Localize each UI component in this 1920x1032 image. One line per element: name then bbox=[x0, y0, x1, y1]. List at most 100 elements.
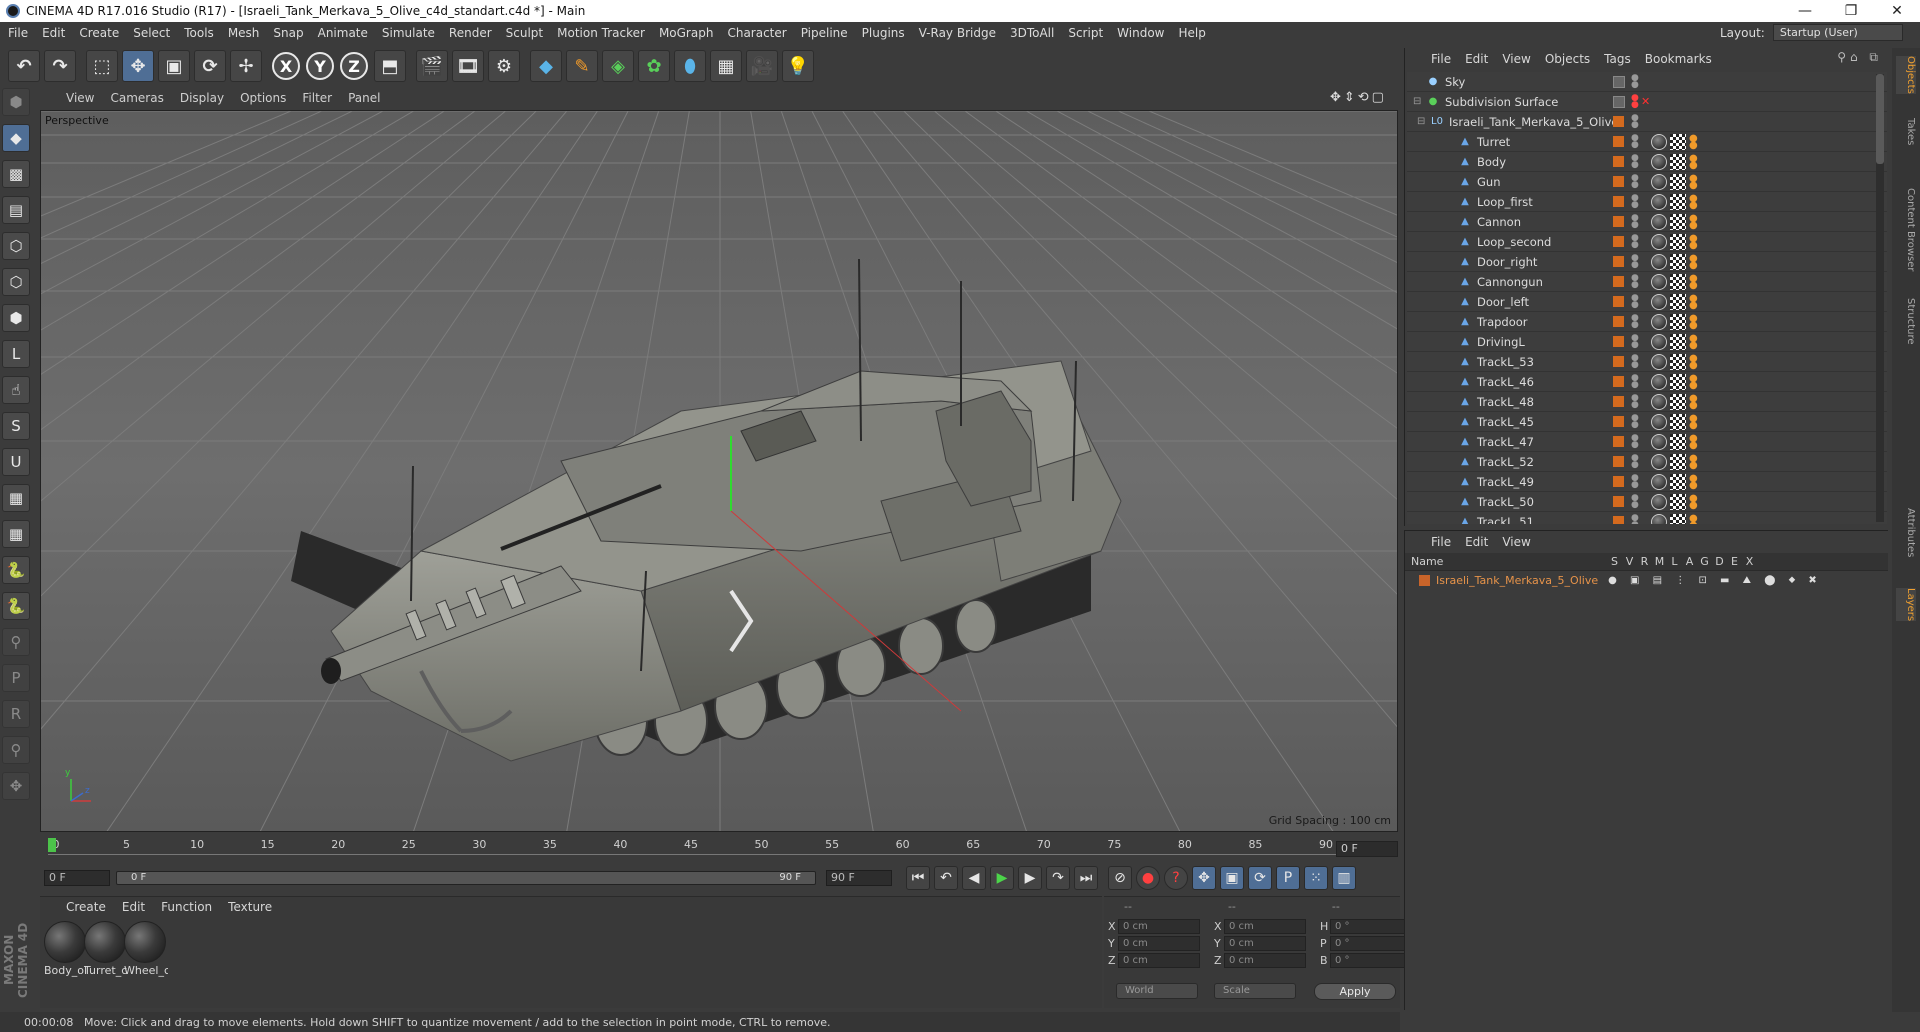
python-tool-2[interactable]: 🐍 bbox=[2, 592, 30, 620]
weight-tag-icon[interactable]: ●● bbox=[1689, 133, 1701, 150]
side-tab-layers[interactable]: Layers bbox=[1896, 588, 1916, 622]
layer-color-icon[interactable] bbox=[1613, 336, 1624, 347]
object-row[interactable]: ▲ Body ● ● ● ● bbox=[1407, 152, 1887, 172]
material-tag-icon[interactable] bbox=[1651, 353, 1667, 370]
script-tool-5[interactable]: ✥ bbox=[2, 772, 30, 800]
layer-color-icon[interactable] bbox=[1613, 116, 1624, 127]
timeline[interactable]: 0 5 10 15 20 25 30 35 40 45 50 55 60 65 70 75 80 85 90 0 F bbox=[40, 836, 1400, 866]
layer-color-icon[interactable] bbox=[1613, 436, 1624, 447]
go-to-previous-key-button[interactable]: ↶ bbox=[934, 866, 958, 890]
x-axis-button[interactable]: X bbox=[272, 52, 300, 80]
object-row[interactable]: ● Sky ● ● bbox=[1407, 72, 1887, 92]
layer-color-icon[interactable] bbox=[1613, 316, 1624, 327]
preview-range-slider[interactable]: 0 F 90 F bbox=[116, 871, 816, 885]
material-tag-icon[interactable] bbox=[1651, 333, 1667, 350]
menu-motion-tracker[interactable]: Motion Tracker bbox=[557, 26, 645, 40]
visibility-dots-icon[interactable]: ●● bbox=[1631, 393, 1639, 409]
visibility-dots-icon[interactable]: ●● bbox=[1631, 73, 1639, 89]
scale-button[interactable]: ▣ bbox=[158, 50, 190, 82]
start-frame-field[interactable]: 0 F bbox=[44, 870, 110, 886]
layer-column-x[interactable]: X bbox=[1742, 555, 1757, 568]
material-tag-icon[interactable] bbox=[1651, 453, 1667, 470]
weight-tag-icon[interactable]: ●● bbox=[1689, 373, 1701, 390]
layer-color-icon[interactable] bbox=[1613, 196, 1624, 207]
undo-button[interactable]: ↶ bbox=[8, 50, 40, 82]
coordinate-field[interactable]: 0 cm bbox=[1224, 919, 1306, 934]
script-tool-4[interactable]: ⚲ bbox=[2, 736, 30, 764]
weight-tag-icon[interactable]: ●● bbox=[1689, 313, 1701, 330]
tweak-mode-tool[interactable]: ☝ bbox=[2, 376, 30, 404]
visibility-dots-icon[interactable]: ●● bbox=[1631, 173, 1639, 189]
points-mode-tool[interactable]: ⬡ bbox=[2, 232, 30, 260]
menu-tools[interactable]: Tools bbox=[184, 26, 214, 40]
visibility-dots-icon[interactable]: ●● bbox=[1631, 153, 1639, 169]
object-row[interactable]: ⊟ L0 Israeli_Tank_Merkava_5_Olive ● ● bbox=[1407, 112, 1887, 132]
visibility-dots-icon[interactable]: ●● bbox=[1631, 413, 1639, 429]
polygons-mode-tool[interactable]: ⬢ bbox=[2, 304, 30, 332]
object-name[interactable]: TrackL_46 bbox=[1477, 375, 1534, 389]
weight-tag-icon[interactable]: ●● bbox=[1689, 253, 1701, 270]
menu-create[interactable]: Create bbox=[79, 26, 119, 40]
edit-render-settings-button[interactable]: ⚙ bbox=[488, 50, 520, 82]
snap-tool[interactable]: S bbox=[2, 412, 30, 440]
viewport-menu-options[interactable]: Options bbox=[240, 91, 286, 105]
weight-tag-icon[interactable]: ●● bbox=[1689, 273, 1701, 290]
object-row[interactable]: ▲ Trapdoor ● ● ● ● bbox=[1407, 312, 1887, 332]
uvw-tag-icon[interactable] bbox=[1670, 333, 1686, 350]
object-name[interactable]: Turret bbox=[1477, 135, 1510, 149]
menu-render[interactable]: Render bbox=[449, 26, 492, 40]
layer-column-name[interactable]: Name bbox=[1405, 555, 1607, 568]
uvw-tag-icon[interactable] bbox=[1670, 213, 1686, 230]
object-list-scrollbar[interactable] bbox=[1876, 74, 1884, 522]
model-mode-tool[interactable]: ◆ bbox=[2, 124, 30, 152]
key-position-button[interactable]: ✥ bbox=[1192, 866, 1216, 890]
object-row[interactable]: ▲ DrivingL ● ● ● ● bbox=[1407, 332, 1887, 352]
go-to-start-button[interactable]: ⏮ bbox=[906, 866, 930, 890]
material-tag-icon[interactable] bbox=[1651, 313, 1667, 330]
object-menu-view[interactable]: View bbox=[1502, 52, 1530, 66]
keyframe-selection-button[interactable]: ? bbox=[1164, 866, 1188, 890]
visibility-dots-icon[interactable]: ●● bbox=[1631, 93, 1639, 109]
layer-toggle-icons[interactable]: ● ▣ ▤ ⋮ ⊡ ▬ ⛰ ⬤ ⬥ ✖ bbox=[1608, 575, 1822, 586]
y-axis-button[interactable]: Y bbox=[306, 52, 334, 80]
layer-column-g[interactable]: G bbox=[1697, 555, 1712, 568]
object-row[interactable]: ▲ TrackL_50 ● ● ● ● bbox=[1407, 492, 1887, 512]
object-row[interactable]: ▲ Loop_first ● ● ● ● bbox=[1407, 192, 1887, 212]
maximize-button[interactable]: ❐ bbox=[1828, 3, 1874, 19]
uvw-tag-icon[interactable] bbox=[1670, 453, 1686, 470]
weight-tag-icon[interactable]: ●● bbox=[1689, 413, 1701, 430]
layer-column-m[interactable]: M bbox=[1652, 555, 1667, 568]
layer-color-icon[interactable] bbox=[1613, 75, 1625, 88]
camera-button[interactable]: 🎥 bbox=[746, 50, 778, 82]
weight-tag-icon[interactable]: ●● bbox=[1689, 293, 1701, 310]
object-row[interactable]: ⊟ ● Subdivision Surface ● ● ✕ bbox=[1407, 92, 1887, 112]
weight-tag-icon[interactable]: ●● bbox=[1689, 513, 1701, 524]
coordinate-field[interactable]: 0 cm bbox=[1224, 936, 1306, 951]
menu-window[interactable]: Window bbox=[1117, 26, 1164, 40]
timeline-button[interactable]: ▥ bbox=[1332, 866, 1356, 890]
weight-tag-icon[interactable]: ●● bbox=[1689, 453, 1701, 470]
layer-color-icon[interactable] bbox=[1613, 256, 1624, 267]
material-tag-icon[interactable] bbox=[1651, 393, 1667, 410]
material-tag-icon[interactable] bbox=[1651, 413, 1667, 430]
material-swatch[interactable]: Wheel_c bbox=[124, 921, 168, 977]
weight-tag-icon[interactable]: ●● bbox=[1689, 333, 1701, 350]
material-tag-icon[interactable] bbox=[1651, 293, 1667, 310]
end-frame-field[interactable]: 90 F bbox=[826, 870, 892, 886]
weight-tag-icon[interactable]: ●● bbox=[1689, 213, 1701, 230]
live-selection-button[interactable]: ⬚ bbox=[86, 50, 118, 82]
visibility-dots-icon[interactable]: ●● bbox=[1631, 113, 1639, 129]
material-swatch[interactable]: Body_ol bbox=[44, 921, 88, 977]
cube-button[interactable]: ◆ bbox=[530, 50, 562, 82]
coordinate-field[interactable]: 0 cm bbox=[1118, 953, 1200, 968]
visibility-dots-icon[interactable]: ●● bbox=[1631, 353, 1639, 369]
pen-spline-button[interactable]: ✎ bbox=[566, 50, 598, 82]
uvw-tag-icon[interactable] bbox=[1670, 373, 1686, 390]
material-tag-icon[interactable] bbox=[1651, 253, 1667, 270]
object-menu-file[interactable]: File bbox=[1431, 52, 1451, 66]
object-name[interactable]: Israeli_Tank_Merkava_5_Olive bbox=[1449, 115, 1618, 129]
object-name[interactable]: TrackL_50 bbox=[1477, 495, 1534, 509]
material-tag-icon[interactable] bbox=[1651, 513, 1667, 524]
uvw-tag-icon[interactable] bbox=[1670, 173, 1686, 190]
apply-button[interactable]: Apply bbox=[1314, 983, 1396, 1000]
